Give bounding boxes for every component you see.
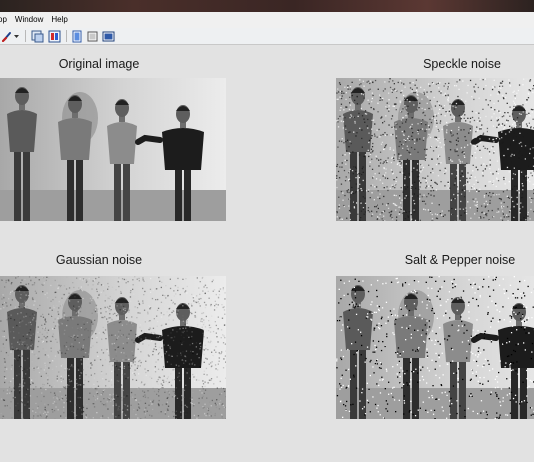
original-image-canvas — [0, 78, 226, 221]
panel-title-original: Original image — [58, 57, 140, 71]
brush-dropdown-icon[interactable] — [2, 29, 20, 43]
speckle-noise-image — [336, 78, 534, 221]
salt-pepper-noise-image — [336, 276, 534, 419]
colorbar-icon[interactable] — [47, 29, 61, 43]
show-plot-tools-icon[interactable] — [101, 29, 115, 43]
link-plot-icon[interactable] — [30, 29, 44, 43]
saltpepper-image-canvas — [336, 276, 534, 419]
hide-plot-tools-icon[interactable] — [86, 29, 98, 43]
legend-icon[interactable] — [71, 29, 83, 43]
panel-title-gaussian: Gaussian noise — [55, 253, 143, 267]
menu-bar: op Window Help — [0, 12, 534, 28]
toolbar-separator — [25, 30, 26, 42]
panel-title-saltpepper: Salt & Pepper noise — [404, 253, 516, 267]
window-title-bar — [0, 0, 534, 12]
gaussian-noise-image — [0, 276, 226, 419]
figure-toolbar — [0, 28, 534, 45]
panel-title-speckle: Speckle noise — [423, 57, 501, 71]
toolbar-separator — [66, 30, 67, 42]
speckle-image-canvas — [336, 78, 534, 221]
figure-canvas: Original image Speckle noise Gaussian no… — [0, 45, 534, 462]
original-image — [0, 78, 226, 221]
gaussian-image-canvas — [0, 276, 226, 419]
menu-desktop[interactable]: op — [0, 12, 11, 28]
menu-window[interactable]: Window — [11, 12, 47, 28]
menu-help[interactable]: Help — [47, 12, 71, 28]
